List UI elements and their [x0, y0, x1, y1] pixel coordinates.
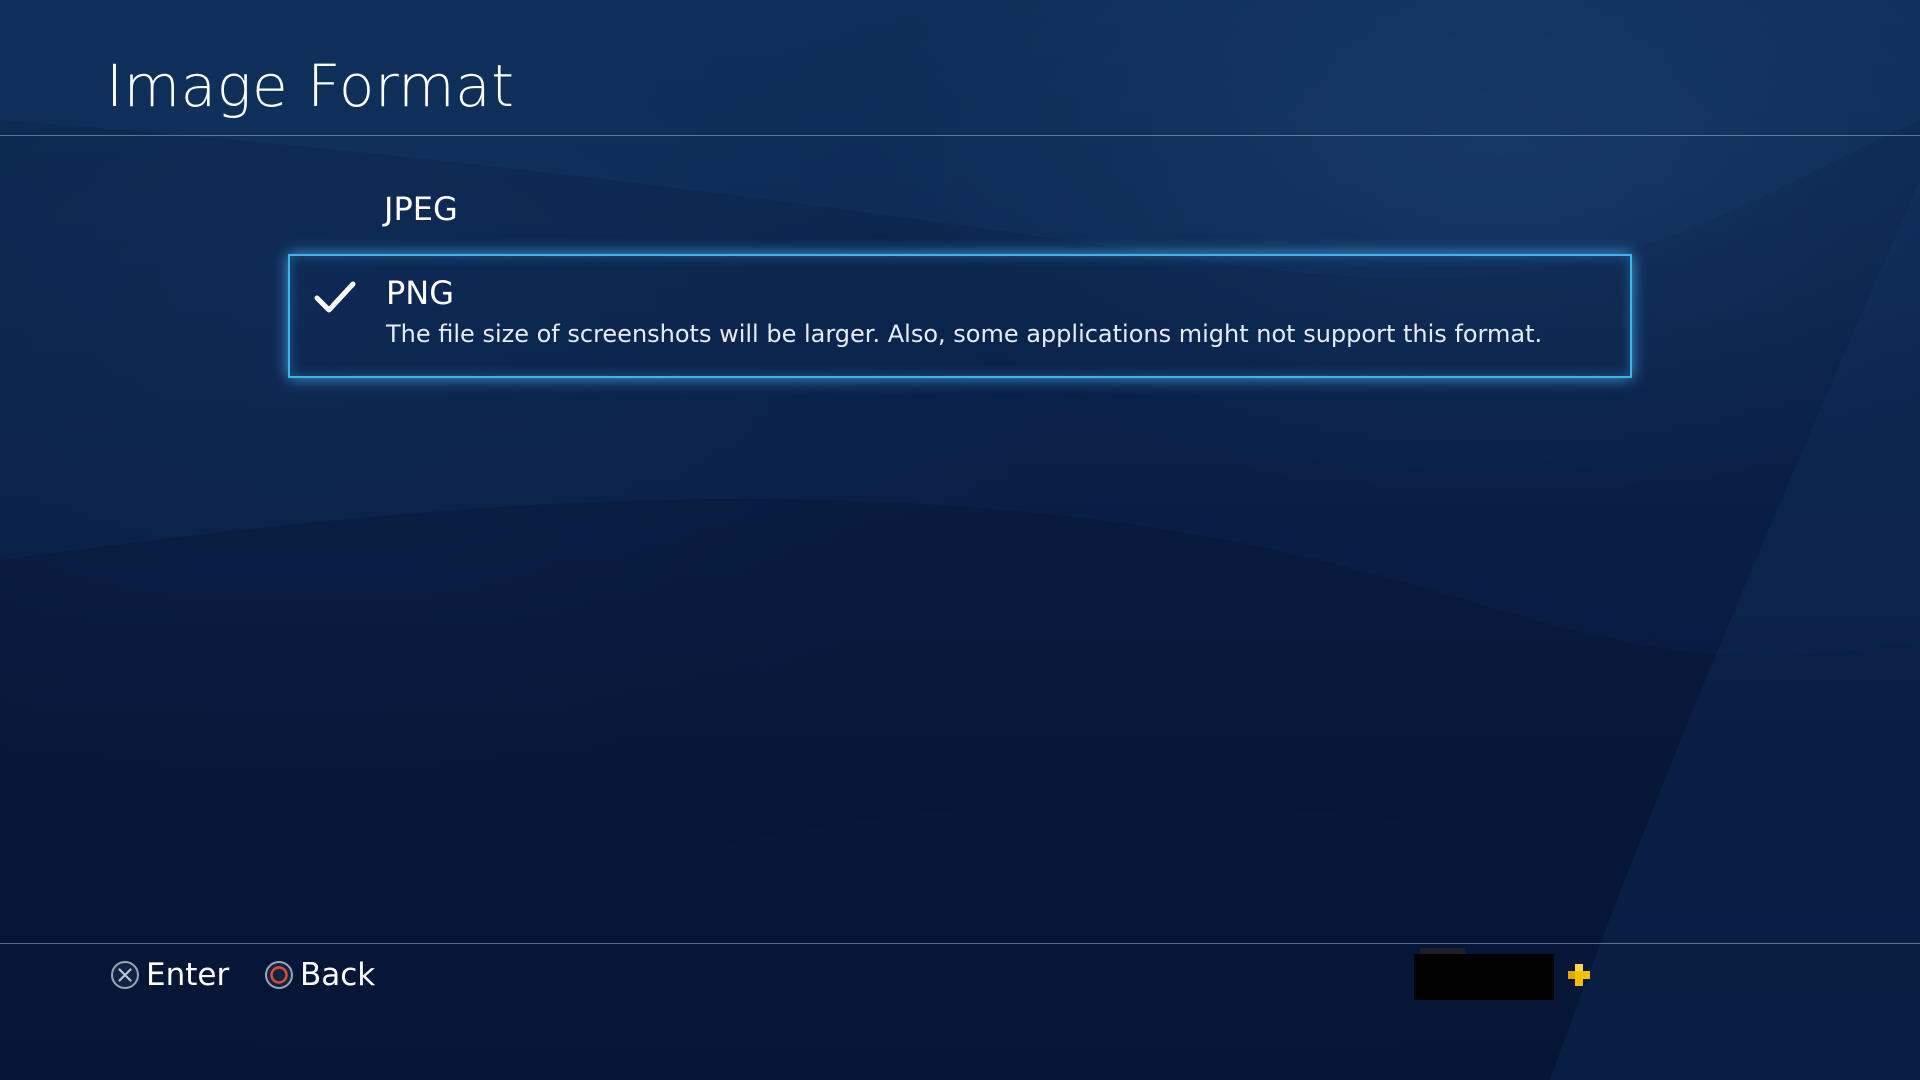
circle-button-icon [265, 961, 293, 989]
enter-hint[interactable]: Enter [110, 953, 229, 997]
back-hint[interactable]: Back [264, 953, 375, 997]
enter-hint-label: Enter [146, 957, 230, 993]
playstation-plus-icon [1568, 964, 1590, 986]
option-png-description: The file size of screenshots will be lar… [386, 320, 1543, 348]
background [0, 0, 1920, 1080]
option-jpeg-label: JPEG [384, 190, 458, 228]
checkmark-icon [314, 281, 356, 313]
background-waves [0, 0, 1920, 1080]
page-title: Image Format [106, 52, 515, 120]
option-png-label: PNG [386, 274, 455, 312]
option-jpeg[interactable]: JPEG [288, 180, 1632, 244]
header-divider [0, 135, 1920, 136]
back-hint-label: Back [300, 957, 376, 993]
redacted-username [1414, 954, 1554, 1000]
cross-button-icon [111, 961, 139, 989]
footer-divider [0, 943, 1920, 944]
format-option-list: JPEG PNG The file size of screenshots wi… [288, 180, 1632, 378]
option-png[interactable]: PNG The file size of screenshots will be… [288, 254, 1632, 378]
